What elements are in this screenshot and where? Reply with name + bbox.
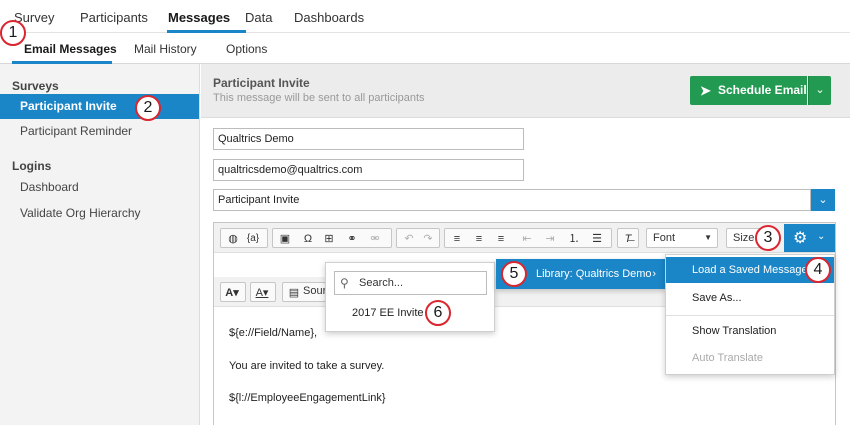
chevron-down-icon: ⌄ [818, 194, 828, 206]
table-icon[interactable]: ⊞ [320, 231, 338, 247]
background-color-icon: A▾ [225, 287, 239, 299]
tab-data[interactable]: Data [245, 10, 272, 25]
sidebar-heading-surveys: Surveys [12, 79, 59, 93]
callout-4: 4 [805, 257, 831, 283]
tab-messages[interactable]: Messages [168, 10, 230, 25]
sub-nav: Email Messages Mail History Options [0, 33, 850, 64]
chevron-down-icon: ⌄ [817, 231, 826, 242]
from-name-field[interactable]: Qualtrics Demo [213, 128, 524, 150]
sidebar-item-dashboard[interactable]: Dashboard [0, 175, 199, 200]
saved-messages-menu: ⚲ Search... 2017 EE Invite [325, 262, 495, 332]
unlink-icon[interactable]: ⚮ [366, 231, 384, 247]
paper-plane-icon: ➤ [700, 83, 711, 98]
tab-options[interactable]: Options [226, 42, 267, 56]
align-left-icon[interactable]: ≡ [448, 231, 466, 247]
image-icon[interactable]: ▣ [276, 231, 294, 247]
tab-participants[interactable]: Participants [80, 10, 148, 25]
clear-formatting-icon[interactable]: T̶ [619, 231, 637, 247]
message-subtitle: This message will be sent to all partici… [213, 92, 425, 104]
outdent-icon[interactable]: ⇤ [518, 231, 536, 247]
callout-1: 1 [0, 20, 26, 46]
font-select-label: Font [653, 232, 676, 244]
menu-item-auto-translate: Auto Translate [692, 352, 763, 364]
sidebar-heading-logins: Logins [12, 159, 52, 173]
from-email-field[interactable]: qualtricsdemo@qualtrics.com [213, 159, 524, 181]
saved-messages-search[interactable]: ⚲ Search... [334, 271, 487, 295]
saved-message-item[interactable]: 2017 EE Invite [352, 307, 424, 319]
caret-down-icon: ▼ [704, 233, 712, 242]
toolbar-group-insert: ◍ {a} [220, 228, 268, 248]
link-icon[interactable]: ⚭ [343, 231, 361, 247]
message-title: Participant Invite [213, 76, 310, 90]
piped-text-icon[interactable]: {a} [244, 231, 262, 247]
menu-divider [666, 315, 834, 316]
tab-dashboards[interactable]: Dashboards [294, 10, 364, 25]
search-icon: ⚲ [340, 276, 349, 290]
background-color-button[interactable]: A▾ [220, 282, 246, 302]
schedule-options-dropdown[interactable]: ⌄ [808, 76, 831, 105]
text-color-button[interactable]: A▾ [250, 282, 276, 302]
toolbar-group-history: ↶ ↷ [396, 228, 440, 248]
font-select[interactable]: Font ▼ [646, 228, 718, 248]
align-center-icon[interactable]: ≡ [470, 231, 488, 247]
undo-icon[interactable]: ↶ [400, 231, 418, 247]
chevron-right-icon: › [652, 268, 656, 280]
callout-6: 6 [425, 300, 451, 326]
body-line-name: ${e://Field/Name}, [229, 327, 318, 339]
schedule-email-button[interactable]: ➤ Schedule Email [690, 76, 807, 105]
numbered-list-icon[interactable]: ⒈ [565, 231, 583, 247]
tab-email-messages[interactable]: Email Messages [24, 42, 117, 56]
redo-icon[interactable]: ↷ [419, 231, 437, 247]
text-color-icon: A▾ [255, 287, 269, 299]
schedule-email-label: Schedule Email [718, 83, 807, 97]
source-label: Source [303, 285, 325, 297]
sidebar-item-validate-org-hierarchy[interactable]: Validate Org Hierarchy [0, 201, 199, 226]
chevron-down-icon: ⌄ [815, 84, 825, 96]
menu-item-show-translation[interactable]: Show Translation [666, 318, 834, 344]
toolbar-group-media: ▣ Ω ⊞ ⚭ ⚮ [272, 228, 392, 248]
callout-5: 5 [501, 261, 527, 287]
subject-dropdown-button[interactable]: ⌄ [811, 189, 835, 211]
globe-icon[interactable]: ◍ [224, 231, 242, 247]
top-nav: Survey Participants Messages Data Dashbo… [0, 0, 850, 33]
bullet-list-icon[interactable]: ☰ [588, 231, 606, 247]
message-header: Participant Invite This message will be … [201, 64, 850, 118]
toolbar-group-alignment: ≡ ≡ ≡ ⇤ ⇥ ⒈ ☰ [444, 228, 612, 248]
gear-icon: ⚙ [793, 230, 808, 247]
tab-mail-history[interactable]: Mail History [134, 42, 197, 56]
body-line-link: ${l://EmployeeEngagementLink} [229, 392, 386, 404]
omega-icon[interactable]: Ω [299, 231, 317, 247]
callout-2: 2 [135, 95, 161, 121]
toolbar-group-clear: T̶ [617, 228, 639, 248]
sidebar-item-participant-reminder[interactable]: Participant Reminder [0, 119, 199, 144]
editor-settings-button[interactable]: ⚙ ⌄ [784, 224, 835, 252]
align-right-icon[interactable]: ≡ [492, 231, 510, 247]
source-icon: ▤ [288, 287, 300, 299]
search-placeholder: Search... [359, 277, 404, 289]
source-button[interactable]: ▤ Source [282, 282, 326, 302]
sidebar: Surveys Participant Invite Participant R… [0, 64, 200, 425]
callout-3: 3 [755, 225, 781, 251]
subject-field[interactable]: Participant Invite [213, 189, 811, 211]
library-label: Library: Qualtrics Demo [536, 268, 652, 280]
editor-toolbar-row-1: ◍ {a} ▣ Ω ⊞ ⚭ ⚮ ↶ ↷ ≡ ≡ ≡ ⇤ ⇥ ⒈ ☰ T̶ Fon… [214, 223, 835, 253]
indent-icon[interactable]: ⇥ [541, 231, 559, 247]
menu-item-save-as[interactable]: Save As... [666, 285, 834, 311]
sidebar-item-participant-invite[interactable]: Participant Invite [0, 94, 199, 119]
size-select-label: Size [733, 232, 755, 244]
body-line-invite: You are invited to take a survey. [229, 360, 385, 372]
